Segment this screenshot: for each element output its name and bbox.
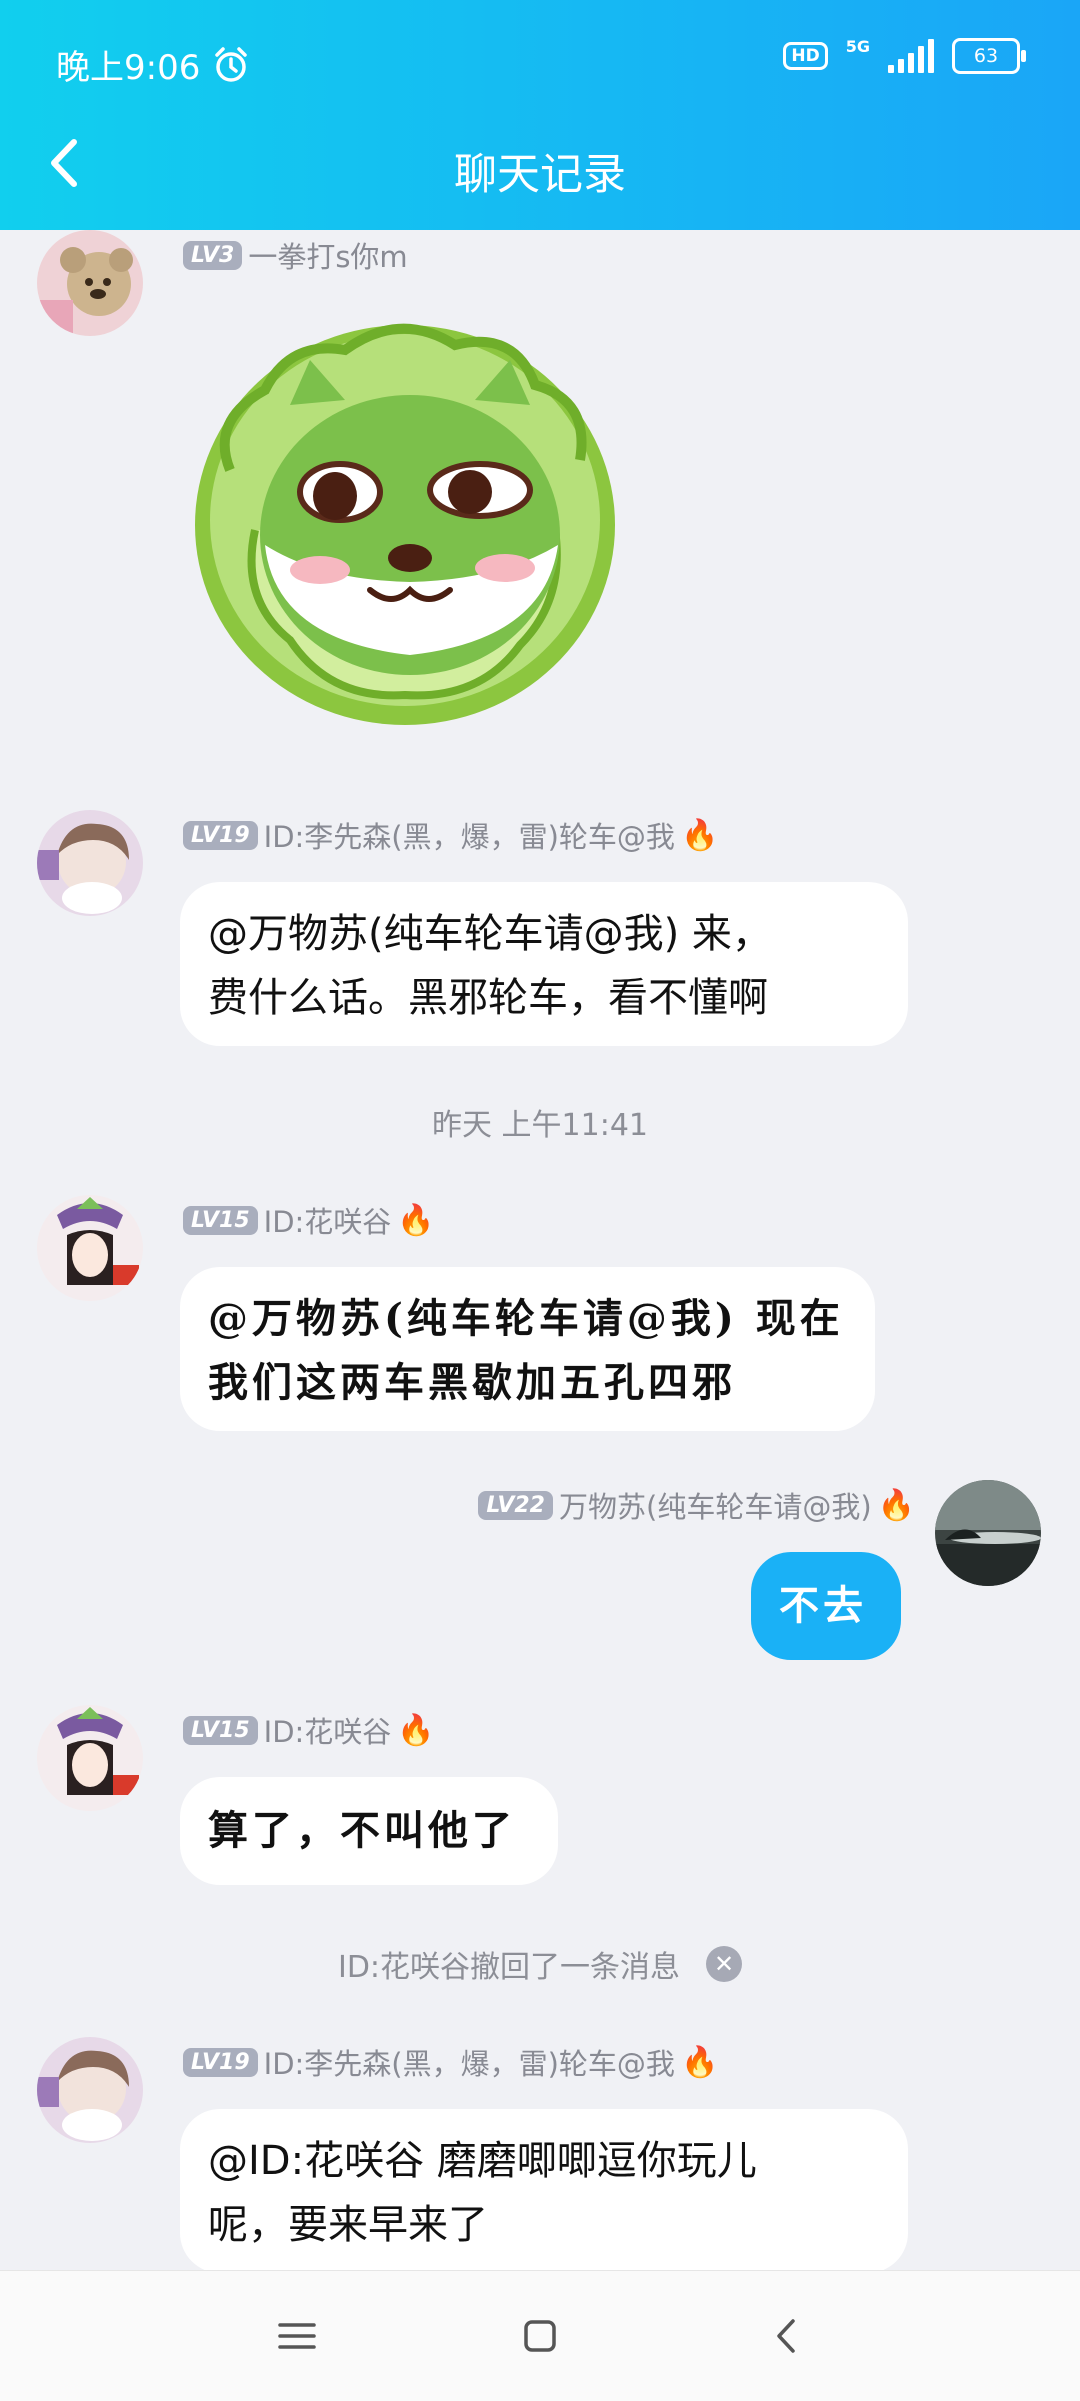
level-badge: LV19 <box>183 820 258 850</box>
menu-icon[interactable] <box>272 2311 322 2361</box>
message-bubble[interactable]: 算了，不叫他了 <box>180 1777 558 1885</box>
fire-icon: 🔥 <box>397 1712 435 1748</box>
message-text-line: @万物苏(纯车轮车请@我) 现在 <box>208 1295 844 1342</box>
message-text-line: 我们这两车黑歇加五孔四邪 <box>208 1359 736 1406</box>
message-text: 不去 <box>779 1582 867 1629</box>
home-icon[interactable] <box>515 2311 565 2361</box>
sender-info: LV15 ID:花咲谷 🔥 <box>183 1709 435 1751</box>
avatar[interactable] <box>37 2037 143 2143</box>
level-badge: LV15 <box>183 1715 258 1745</box>
close-icon[interactable]: ✕ <box>706 1946 743 1982</box>
outgoing-message-bubble[interactable]: 不去 <box>751 1552 901 1660</box>
page-title: 聊天记录 <box>454 150 626 200</box>
message-text-line: 呢，要来早来了 <box>208 2202 488 2248</box>
timestamp: 昨天 上午11:41 <box>432 1108 648 1143</box>
fire-icon: 🔥 <box>680 2044 719 2080</box>
level-badge: LV15 <box>183 1205 258 1235</box>
hd-icon: HD <box>783 42 828 70</box>
fire-icon: 🔥 <box>680 817 719 853</box>
chat-history[interactable]: LV3 一拳打s你m LV19 ID:李先森(黑，爆，雷)轮车@我 🔥 @万物苏… <box>0 230 1080 2270</box>
message-bubble[interactable]: @万物苏(纯车轮车请@我) 现在 我们这两车黑歇加五孔四邪 <box>180 1267 875 1431</box>
avatar[interactable] <box>37 1705 143 1811</box>
alarm-icon <box>215 46 248 82</box>
sender-info: LV3 一拳打s你m <box>183 234 408 276</box>
message-text-line: @ID:花咲谷 磨磨唧唧逗你玩儿 <box>208 2138 757 2184</box>
sender-info: LV19 ID:李先森(黑，爆，雷)轮车@我 🔥 <box>183 2041 718 2083</box>
fire-icon: 🔥 <box>877 1487 915 1523</box>
recall-text: ID:花咲谷撤回了一条消息 <box>337 1950 681 1985</box>
sender-info: LV15 ID:花咲谷 🔥 <box>183 1199 435 1241</box>
level-badge: LV22 <box>478 1490 553 1520</box>
sender-name[interactable]: ID:李先森(黑，爆，雷)轮车@我 <box>264 814 675 856</box>
sender-name[interactable]: 一拳打s你m <box>248 234 407 276</box>
recall-notice: ID:花咲谷撤回了一条消息 ✕ <box>0 1942 1080 1986</box>
avatar[interactable] <box>935 1480 1041 1586</box>
signal-icon <box>888 39 934 73</box>
system-nav-bar <box>0 2270 1080 2401</box>
sender-name[interactable]: ID:花咲谷 <box>264 1199 392 1241</box>
sender-name[interactable]: 万物苏(纯车轮车请@我) <box>559 1484 872 1526</box>
message-bubble[interactable]: @万物苏(纯车轮车请@我) 来， 费什么话。黑邪轮车，看不懂啊 <box>180 882 908 1046</box>
status-bar-time: 晚上9:06 <box>56 40 250 89</box>
fire-icon: 🔥 <box>397 1202 435 1238</box>
status-bar-indicators: HD 5G 63 <box>783 36 1026 74</box>
battery-level: 63 <box>973 45 999 67</box>
avatar[interactable] <box>37 230 143 336</box>
level-badge: LV3 <box>183 240 243 270</box>
message-text: 算了，不叫他了 <box>208 1807 516 1854</box>
level-badge: LV19 <box>183 2047 258 2077</box>
avatar[interactable] <box>37 1195 143 1301</box>
app-header: 晚上9:06 HD 5G 63 聊天记录 <box>0 0 1080 230</box>
clock-text: 晚上9:06 <box>56 48 201 88</box>
battery-icon: 63 <box>952 38 1026 74</box>
back-icon[interactable] <box>763 2311 813 2361</box>
network-type: 5G <box>845 36 870 56</box>
sender-info: LV22 万物苏(纯车轮车请@我) 🔥 <box>478 1484 915 1526</box>
message-text-line: 费什么话。黑邪轮车，看不懂啊 <box>208 975 768 1021</box>
sender-name[interactable]: ID:李先森(黑，爆，雷)轮车@我 <box>264 2041 675 2083</box>
message-bubble[interactable]: @ID:花咲谷 磨磨唧唧逗你玩儿 呢，要来早来了 <box>180 2109 908 2270</box>
sender-info: LV19 ID:李先森(黑，爆，雷)轮车@我 🔥 <box>183 814 718 856</box>
message-text-line: @万物苏(纯车轮车请@我) 来， <box>208 911 772 957</box>
sender-name[interactable]: ID:花咲谷 <box>264 1709 392 1751</box>
cabbage-dog-sticker[interactable] <box>170 300 640 740</box>
avatar[interactable] <box>37 810 143 916</box>
